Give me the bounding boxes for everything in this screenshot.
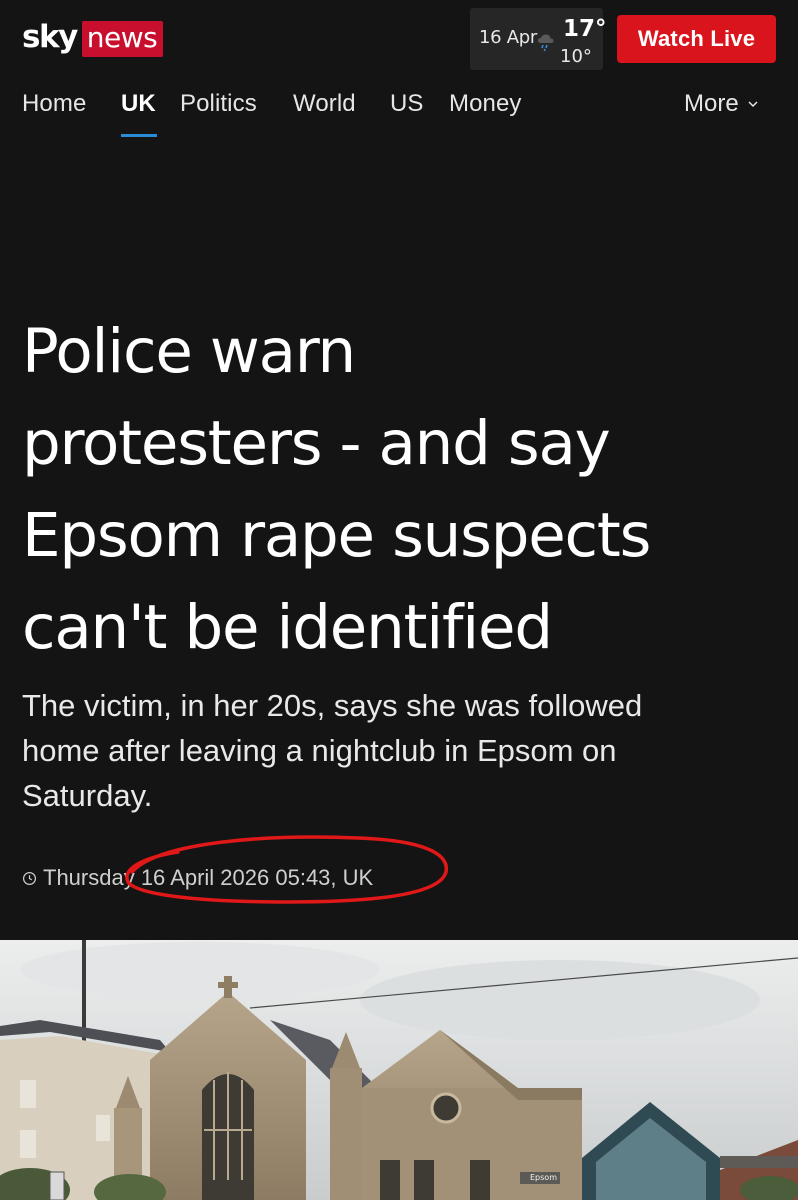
photo-sign-text: Epsom: [530, 1173, 557, 1182]
nav-item-politics[interactable]: Politics: [180, 90, 257, 118]
nav-item-uk[interactable]: UK: [121, 90, 156, 118]
clock-icon: [22, 871, 37, 885]
chevron-down-icon: [748, 101, 758, 108]
nav-item-world[interactable]: World: [293, 90, 356, 118]
article-photo[interactable]: Epsom: [0, 940, 798, 1200]
standfirst-line: The victim, in her 20s, says she was fol…: [22, 688, 643, 723]
standfirst-line: home after leaving a nightclub in Epsom …: [22, 733, 617, 768]
dateline-text: Thursday 16 April 2026 05:43, UK: [43, 865, 374, 890]
cloud-rain-icon: [538, 34, 554, 52]
headline-line: Police warn: [22, 316, 356, 387]
top-bar: sky news 16 Apr 17° 10° Watch Live: [0, 0, 798, 80]
sky-news-logo[interactable]: sky news: [22, 19, 164, 58]
article-standfirst: The victim, in her 20s, says she was fol…: [22, 683, 742, 818]
nav-item-us[interactable]: US: [390, 90, 424, 118]
weather-low-temp: 10°: [560, 46, 592, 67]
headline-line: Epsom rape suspects: [22, 500, 651, 571]
nav-item-money[interactable]: Money: [449, 90, 522, 118]
article-dateline: Thursday 16 April 2026 05:43, UK: [22, 862, 373, 894]
article-page: sky news 16 Apr 17° 10° Watch Live Home …: [0, 0, 798, 1200]
nav-more-button[interactable]: More: [684, 90, 759, 118]
standfirst-line: Saturday.: [22, 778, 153, 813]
nav-active-indicator: [121, 134, 157, 137]
watch-live-button[interactable]: Watch Live: [617, 15, 776, 63]
logo-sky-text: sky: [22, 19, 78, 55]
weather-high-temp: 17°: [563, 16, 607, 42]
weather-date: 16 Apr: [479, 27, 537, 48]
logo-news-text: news: [81, 21, 164, 57]
headline-line: can't be identified: [22, 592, 553, 663]
nav-item-home[interactable]: Home: [22, 90, 86, 118]
article-headline: Police warn protesters - and say Epsom r…: [22, 306, 782, 674]
weather-widget[interactable]: 16 Apr 17° 10°: [470, 8, 607, 70]
nav-more-label: More: [684, 90, 739, 117]
main-nav: Home UK Politics World US Money More: [0, 84, 798, 140]
headline-line: protesters - and say: [22, 408, 611, 479]
church-photo-illustration: Epsom: [0, 940, 798, 1200]
